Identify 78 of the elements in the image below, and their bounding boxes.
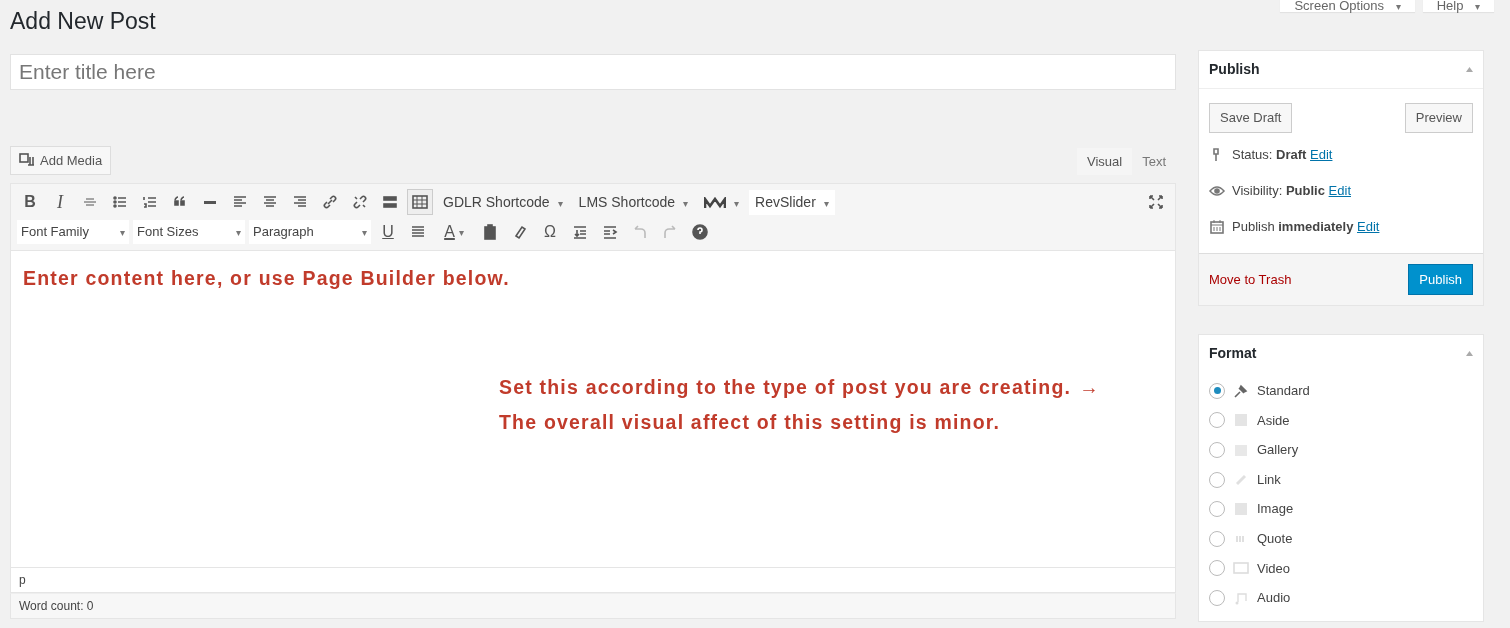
pin-icon	[1233, 382, 1249, 399]
format-radio[interactable]	[1209, 530, 1225, 547]
edit-link[interactable]: Edit	[1357, 218, 1380, 234]
shortcode-dropdown[interactable]: GDLR Shortcode ▾	[437, 189, 569, 215]
publish-meta-text: Visibility: Public Edit	[1232, 181, 1351, 200]
redo-icon	[662, 224, 678, 241]
outdent-icon	[572, 224, 588, 241]
shortcode-dropdown[interactable]: LMS Shortcode ▾	[572, 189, 695, 215]
bold-button[interactable]: B	[17, 189, 43, 216]
publish-button[interactable]: Publish	[1408, 263, 1473, 295]
element-path: p	[10, 568, 1176, 594]
header-tab[interactable]: Help ▾	[1422, 0, 1494, 12]
move-to-trash-link[interactable]: Move to Trash	[1209, 269, 1292, 289]
fullscreen-icon	[1148, 194, 1164, 211]
annotation-text: Set this according to the type of post you are creating.	[499, 375, 1072, 401]
format-option-label[interactable]: Link	[1257, 469, 1281, 490]
format-radio[interactable]	[1209, 501, 1225, 518]
calendar-icon	[1209, 218, 1225, 235]
add-media-button[interactable]: Add Media	[10, 145, 112, 176]
read-more-icon	[382, 194, 398, 211]
publish-meta-text: Publish immediately Edit	[1232, 217, 1380, 236]
panel-title: Format	[1209, 344, 1257, 363]
underline-button[interactable]: U	[375, 219, 401, 246]
format-radio[interactable]	[1209, 382, 1225, 399]
format-radio[interactable]	[1209, 560, 1225, 577]
editor-tab[interactable]: Text	[1132, 147, 1176, 176]
media-icon	[19, 153, 35, 168]
format-select[interactable]: Paragraph ▾	[249, 220, 371, 244]
m-logo-icon	[704, 196, 727, 209]
indent-icon	[602, 224, 618, 241]
format-radio[interactable]	[1209, 589, 1225, 606]
format-select[interactable]: Font Family ▾	[17, 220, 129, 244]
paste-text-icon	[482, 224, 498, 241]
format-option-label[interactable]: Gallery	[1257, 440, 1299, 460]
format-select[interactable]: Font Sizes ▾	[133, 220, 245, 244]
editor-content-area[interactable]: Enter content here, or use Page Builder below. Set this according to the type of post you are creating. → The overall visual affect of this setting is minor.	[10, 250, 1176, 569]
shortcode-dropdown[interactable]: RevSlider ▾	[749, 189, 835, 215]
edit-link[interactable]: Edit	[1328, 182, 1351, 198]
collapse-arrow-icon[interactable]	[1466, 351, 1473, 356]
slider-menu-button[interactable]: ▾	[698, 189, 746, 215]
image-icon	[1233, 501, 1249, 518]
content-hint: Enter content here, or use Page Builder below.	[23, 266, 511, 292]
annotation-arrow: →	[1079, 375, 1100, 401]
text-color-button[interactable]: A ▾	[435, 219, 473, 246]
undo-icon	[632, 224, 648, 241]
format-option-label[interactable]: Audio	[1257, 588, 1291, 608]
italic-button[interactable]: I	[47, 189, 73, 216]
format-radio[interactable]	[1209, 442, 1225, 458]
format-option-label[interactable]: Standard	[1257, 381, 1310, 401]
format-option-label[interactable]: Aside	[1257, 410, 1290, 431]
title-field[interactable]: Enter title here	[10, 53, 1176, 90]
format-radio[interactable]	[1209, 412, 1225, 429]
edit-link[interactable]: Edit	[1310, 146, 1333, 162]
editor-tab[interactable]: Visual	[1076, 147, 1133, 176]
document-icon	[1233, 412, 1249, 429]
format-radio[interactable]	[1209, 471, 1225, 488]
header-tab[interactable]: Screen Options ▾	[1280, 0, 1415, 12]
special-character-button[interactable]: Ω	[537, 219, 563, 246]
toolbar-toggle-button[interactable]	[407, 189, 433, 216]
collapse-arrow-icon[interactable]	[1466, 67, 1473, 72]
link-icon	[322, 194, 338, 211]
unlink-icon	[352, 194, 368, 211]
bulleted-list-icon	[112, 194, 128, 211]
preview-button[interactable]: Preview	[1404, 103, 1473, 133]
word-count: Word count: 0	[10, 593, 1176, 620]
format-option-label[interactable]: Quote	[1257, 529, 1293, 549]
format-option-label[interactable]: Video	[1257, 558, 1290, 579]
page-title: Add New Post	[10, 8, 157, 36]
save-draft-button[interactable]: Save Draft	[1209, 103, 1293, 133]
toolbar-toggle-icon	[412, 194, 428, 211]
publish-meta-text: Status: Draft Edit	[1232, 145, 1333, 164]
panel-title: Publish	[1209, 60, 1260, 79]
clear-formatting-icon	[512, 224, 528, 241]
numbered-list-icon	[142, 194, 158, 211]
video-icon	[1233, 560, 1249, 577]
help-icon	[692, 224, 708, 241]
format-option-label[interactable]: Image	[1257, 499, 1294, 519]
annotation-text: The overall visual affect of this setting is minor.	[499, 410, 1001, 436]
